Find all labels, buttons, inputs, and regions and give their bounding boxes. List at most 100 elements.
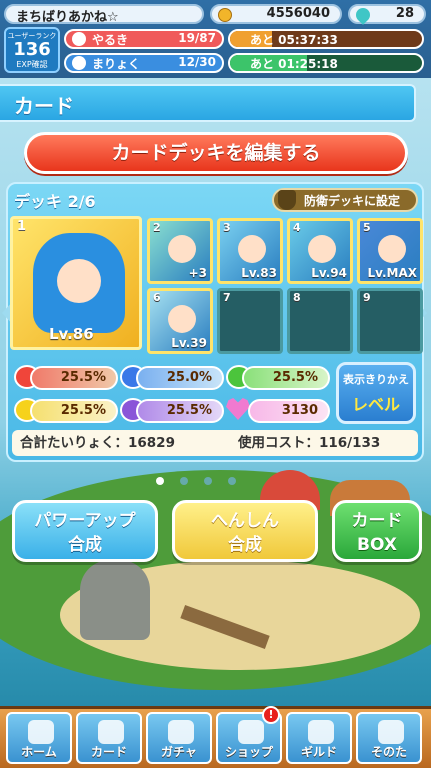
deck-card[interactable]: 2 +3: [147, 218, 213, 284]
player-name-pill: まちばりあかね☆: [4, 4, 204, 25]
display-toggle-label: 表示きりかえ: [343, 373, 409, 386]
stamina-timer-bar: あと 05:37:33: [228, 29, 424, 49]
deck-cost: 使用コスト：116/133: [238, 435, 381, 451]
nav-guild-tab[interactable]: ギルド: [286, 712, 352, 764]
page-title: カード: [14, 94, 74, 118]
page-dot: [204, 477, 212, 485]
exp-label: EXP確認: [16, 60, 48, 69]
nav-label: カード: [90, 745, 127, 759]
user-rank-button[interactable]: ユーザーランク 136 EXP確認: [4, 27, 60, 73]
empty-card-slot[interactable]: 7: [217, 288, 283, 354]
nav-gacha-icon: [168, 720, 194, 744]
page-header: カード: [0, 84, 416, 122]
magic-value: 12/30: [178, 55, 216, 69]
magic-label: まりょく: [92, 57, 141, 71]
gem-icon: [353, 5, 373, 25]
edit-deck-button[interactable]: カードデッキを編集する: [24, 132, 408, 174]
display-toggle-button[interactable]: 表示きりかえ レベル: [336, 362, 416, 424]
green-stat: 25.5%: [242, 366, 330, 390]
card-portrait: [168, 305, 196, 333]
stamina-timer: あと 05:37:33: [250, 33, 338, 47]
defense-deck-label: 防衛デッキに設定: [304, 194, 401, 208]
empty-card-slot[interactable]: 8: [287, 288, 353, 354]
status-bar: まちばりあかね☆ 4556040 28 ユーザーランク 136 EXP確認 やる…: [0, 0, 431, 78]
nav-other-icon: [378, 720, 404, 744]
shop-alert-badge: !: [262, 706, 280, 724]
gems-value: 28: [395, 6, 414, 21]
deck-card[interactable]: 6 Lv.39: [147, 288, 213, 354]
magic-timer: あと 01:25:18: [250, 57, 338, 71]
nav-home-icon: [28, 720, 54, 744]
nav-shop-icon: [238, 720, 264, 744]
display-toggle-value: レベル: [351, 395, 400, 414]
magic-bar: まりょく 12/30: [64, 53, 224, 73]
page-dot: [228, 477, 236, 485]
player-name: まちばりあかね☆: [16, 10, 119, 25]
nav-label: ギルド: [300, 745, 337, 759]
card-index: 4: [293, 221, 301, 234]
card-index: 1: [17, 219, 27, 234]
card-index: 9: [363, 291, 371, 304]
rank-value: 136: [13, 39, 51, 60]
edit-deck-label: カードデッキを編集する: [111, 142, 321, 164]
magic-timer-bar: あと 01:25:18: [228, 53, 424, 73]
card-index: 7: [223, 291, 231, 304]
red-stat: 25.5%: [30, 366, 118, 390]
nav-label: ショップ: [224, 745, 273, 759]
yellow-stat: 25.5%: [30, 399, 118, 423]
nav-label: ホーム: [21, 745, 57, 759]
transform-label-1: へんしん: [211, 511, 279, 531]
powerup-label-1: パワーアップ: [34, 511, 136, 531]
card-index: 3: [223, 221, 231, 234]
card-portrait: [238, 235, 266, 263]
cardbox-label-1: カード: [351, 511, 403, 531]
stamina-icon: [72, 32, 86, 46]
card-portrait: [168, 235, 196, 263]
empty-card-slot[interactable]: 9: [357, 288, 423, 354]
powerup-button[interactable]: パワーアップ 合成: [12, 500, 158, 562]
card-level: +3: [188, 266, 207, 280]
cardbox-label-2: BOX: [357, 535, 397, 555]
card-index: 8: [293, 291, 301, 304]
deck-card[interactable]: 3 Lv.83: [217, 218, 283, 284]
card-index: 2: [153, 221, 161, 234]
gems-pill: 28: [348, 4, 426, 25]
stamina-bar: やるき 19/87: [64, 29, 224, 49]
nav-gacha-tab[interactable]: ガチャ: [146, 712, 212, 764]
card-index: 5: [363, 221, 371, 234]
cardbox-button[interactable]: カード BOX: [332, 500, 422, 562]
card-portrait: [308, 235, 336, 263]
deck-summary: 合計たいりょく：16829 使用コスト：116/133: [12, 430, 418, 456]
shield-icon: [278, 190, 296, 210]
page-dot-active: [156, 477, 164, 485]
stamina-label: やるき: [92, 33, 129, 47]
card-level: Lv.39: [171, 336, 207, 350]
transform-button[interactable]: へんしん 合成: [172, 500, 318, 562]
card-level: Lv.94: [311, 266, 347, 280]
card-level: Lv.83: [241, 266, 277, 280]
deck-card[interactable]: 4 Lv.94: [287, 218, 353, 284]
total-stamina: 合計たいりょく：16829: [20, 435, 175, 451]
leader-card[interactable]: 1 Lv.86: [10, 216, 142, 350]
powerup-label-2: 合成: [68, 535, 102, 555]
nav-other-tab[interactable]: そのた: [356, 712, 422, 764]
card-level: Lv.MAX: [367, 266, 417, 280]
card-index: 6: [153, 291, 161, 304]
deck-card[interactable]: 5 Lv.MAX: [357, 218, 423, 284]
page-dot: [180, 477, 188, 485]
card-portrait: [378, 235, 406, 263]
purple-stat: 25.5%: [136, 399, 224, 423]
heart-stat: 3130: [248, 399, 330, 423]
deck-title: デッキ 2/6: [14, 192, 96, 211]
nav-card-tab[interactable]: カード: [76, 712, 142, 764]
transform-label-2: 合成: [228, 535, 262, 555]
magic-icon: [72, 56, 86, 70]
coin-icon: [218, 8, 232, 22]
nav-label: そのた: [370, 745, 407, 759]
coins-value: 4556040: [266, 6, 330, 21]
blue-stat: 25.0%: [136, 366, 224, 390]
nav-guild-icon: [308, 720, 334, 744]
defense-deck-button[interactable]: 防衛デッキに設定: [272, 188, 418, 212]
nav-card-icon: [98, 720, 124, 744]
nav-home-tab[interactable]: ホーム: [6, 712, 72, 764]
